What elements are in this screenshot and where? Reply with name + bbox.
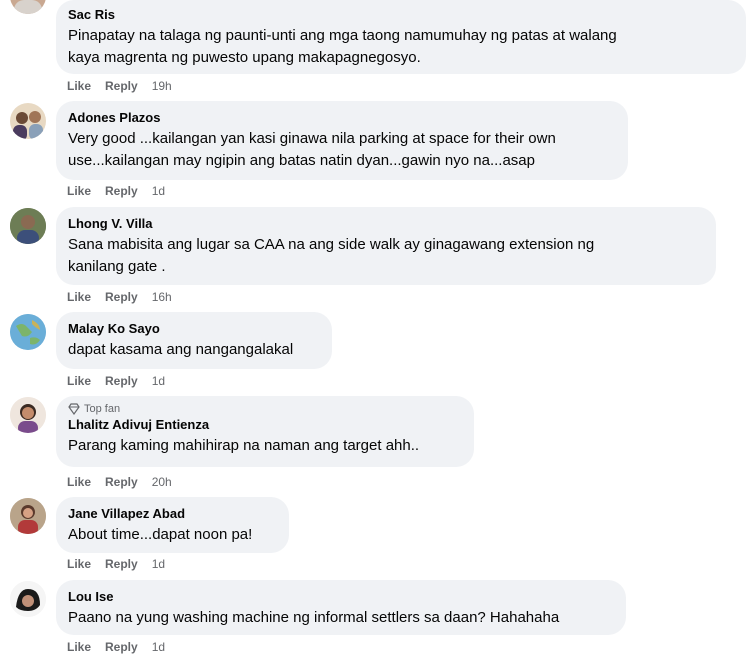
commenter-name[interactable]: Lhalitz Adivuj Entienza bbox=[68, 416, 462, 433]
comment-timestamp[interactable]: 20h bbox=[152, 474, 172, 490]
comment-actions: Like Reply 1d bbox=[67, 639, 165, 655]
comment-text: Sana mabisita ang lugar sa CAA na ang si… bbox=[68, 236, 595, 253]
comment-timestamp[interactable]: 1d bbox=[152, 556, 165, 572]
like-button[interactable]: Like bbox=[67, 183, 91, 199]
comment-actions: Like Reply 16h bbox=[67, 289, 172, 305]
comment-bubble: Malay Ko Sayo dapat kasama ang nangangal… bbox=[56, 312, 332, 369]
reply-button[interactable]: Reply bbox=[105, 78, 138, 94]
comment-text: kanilang gate . bbox=[68, 258, 166, 275]
reply-button[interactable]: Reply bbox=[105, 373, 138, 389]
comment-bubble: Lou Ise Paano na yung washing machine ng… bbox=[56, 580, 626, 635]
avatar-image bbox=[10, 581, 46, 617]
comment-bubble: Top fan Lhalitz Adivuj Entienza Parang k… bbox=[56, 396, 474, 467]
avatar-image bbox=[10, 397, 46, 433]
comment-timestamp[interactable]: 19h bbox=[152, 78, 172, 94]
reply-button[interactable]: Reply bbox=[105, 474, 138, 490]
top-fan-badge: Top fan bbox=[68, 402, 462, 416]
comment-timestamp[interactable]: 1d bbox=[152, 639, 165, 655]
commenter-name[interactable]: Sac Ris bbox=[68, 6, 734, 23]
avatar[interactable] bbox=[10, 397, 46, 433]
avatar[interactable] bbox=[10, 0, 46, 14]
avatar[interactable] bbox=[10, 498, 46, 534]
comment-text: kaya magrenta ng puwesto upang makapagne… bbox=[68, 49, 421, 66]
avatar[interactable] bbox=[10, 208, 46, 244]
comment-timestamp[interactable]: 16h bbox=[152, 289, 172, 305]
comment-text: About time...dapat noon pa! bbox=[68, 526, 253, 543]
avatar[interactable] bbox=[10, 103, 46, 139]
like-button[interactable]: Like bbox=[67, 289, 91, 305]
top-fan-label: Top fan bbox=[84, 403, 121, 415]
commenter-name[interactable]: Jane Villapez Abad bbox=[68, 505, 277, 522]
comment-timestamp[interactable]: 1d bbox=[152, 373, 165, 389]
comment-actions: Like Reply 19h bbox=[67, 78, 172, 94]
comment-bubble: Lhong V. Villa Sana mabisita ang lugar s… bbox=[56, 207, 716, 285]
comment-text: dapat kasama ang nangangalakal bbox=[68, 341, 294, 358]
avatar-image bbox=[10, 498, 46, 534]
comment-text: Pinapatay na talaga ng paunti-unti ang m… bbox=[68, 27, 617, 44]
reply-button[interactable]: Reply bbox=[105, 289, 138, 305]
comment-bubble: Jane Villapez Abad About time...dapat no… bbox=[56, 497, 289, 553]
comment-bubble: Adones Plazos Very good ...kailangan yan… bbox=[56, 101, 628, 180]
globe-avatar-icon bbox=[10, 314, 46, 350]
like-button[interactable]: Like bbox=[67, 474, 91, 490]
comment-actions: Like Reply 1d bbox=[67, 556, 165, 572]
comment-bubble: Sac Ris Pinapatay na talaga ng paunti-un… bbox=[56, 0, 746, 74]
reply-button[interactable]: Reply bbox=[105, 639, 138, 655]
avatar-image bbox=[13, 111, 43, 139]
avatar[interactable] bbox=[10, 581, 46, 617]
avatar-image bbox=[14, 0, 42, 14]
comment-actions: Like Reply 1d bbox=[67, 373, 165, 389]
like-button[interactable]: Like bbox=[67, 556, 91, 572]
comment-text: use...kailangan may ngipin ang batas nat… bbox=[68, 152, 535, 169]
comment-actions: Like Reply 1d bbox=[67, 183, 165, 199]
commenter-name[interactable]: Adones Plazos bbox=[68, 109, 616, 126]
like-button[interactable]: Like bbox=[67, 373, 91, 389]
diamond-icon bbox=[68, 403, 80, 415]
comment-actions: Like Reply 20h bbox=[67, 474, 172, 490]
comment-text: Very good ...kailangan yan kasi ginawa n… bbox=[68, 130, 556, 147]
commenter-name[interactable]: Lou Ise bbox=[68, 588, 614, 605]
like-button[interactable]: Like bbox=[67, 639, 91, 655]
comment-text: Parang kaming mahihirap na naman ang tar… bbox=[68, 437, 420, 454]
comment-text: Paano na yung washing machine ng informa… bbox=[68, 609, 560, 626]
avatar-image bbox=[10, 208, 46, 244]
comment-timestamp[interactable]: 1d bbox=[152, 183, 165, 199]
like-button[interactable]: Like bbox=[67, 78, 91, 94]
reply-button[interactable]: Reply bbox=[105, 556, 138, 572]
commenter-name[interactable]: Lhong V. Villa bbox=[68, 215, 704, 232]
reply-button[interactable]: Reply bbox=[105, 183, 138, 199]
avatar[interactable] bbox=[10, 314, 46, 350]
commenter-name[interactable]: Malay Ko Sayo bbox=[68, 320, 320, 337]
